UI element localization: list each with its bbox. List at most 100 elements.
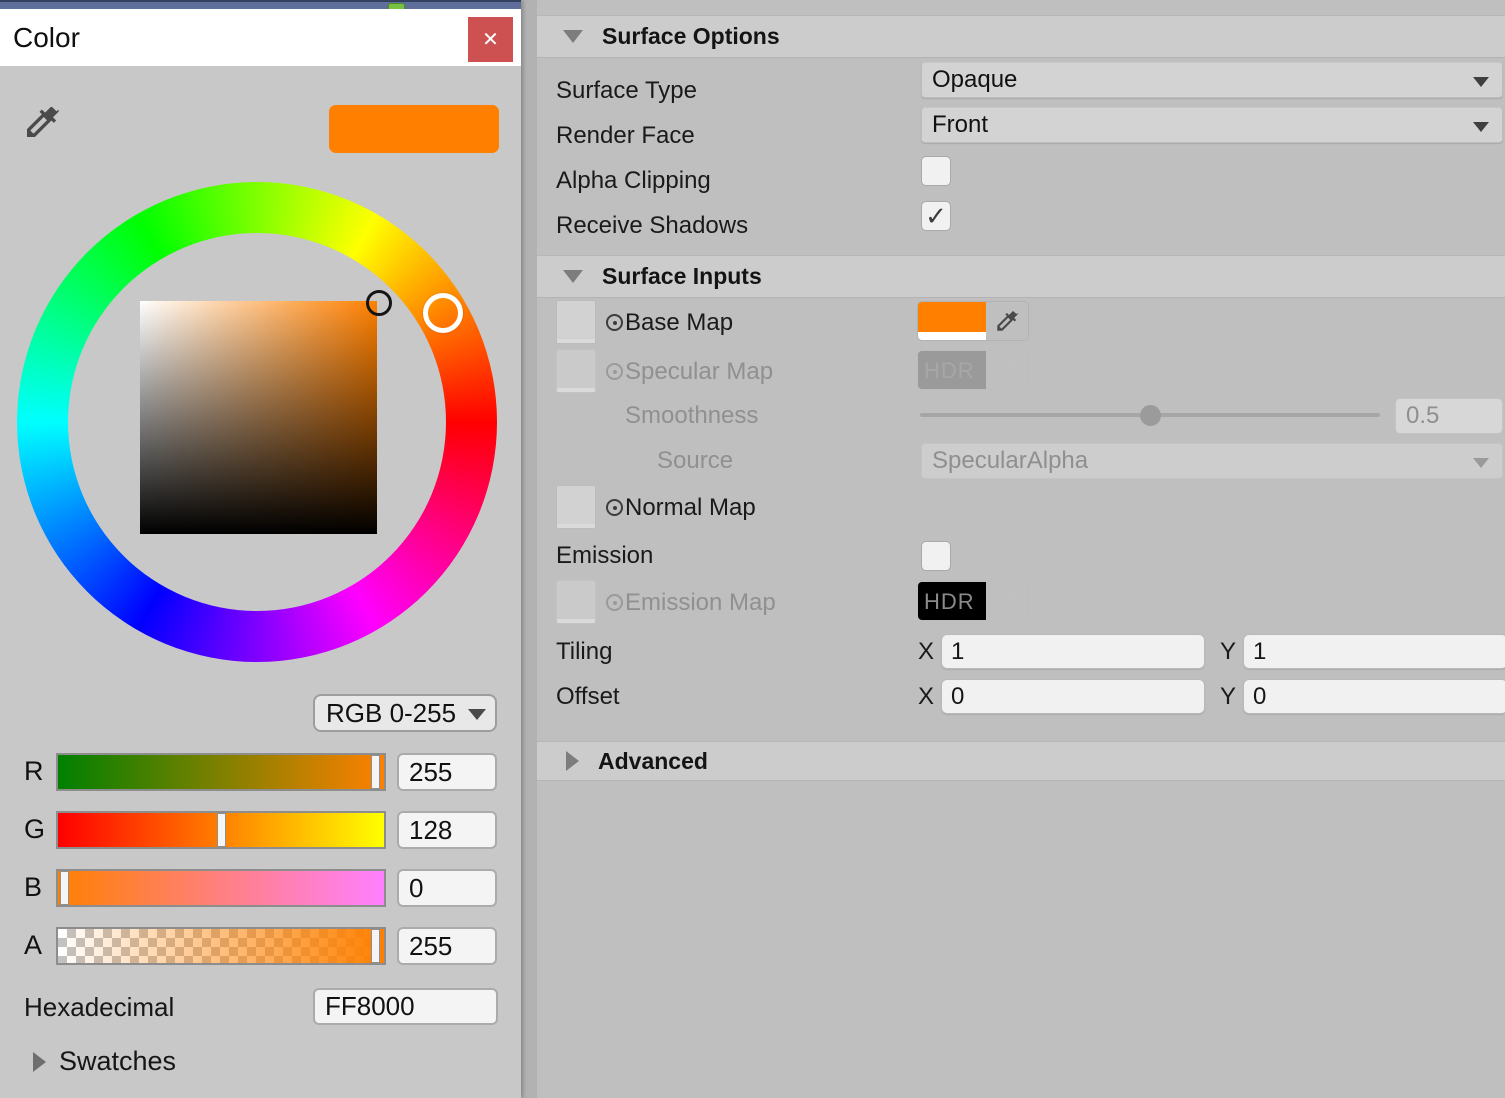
- eyedropper-icon: [997, 360, 1018, 380]
- base-map-color-well[interactable]: [917, 301, 1029, 341]
- swatches-foldout[interactable]: Swatches: [33, 1046, 176, 1077]
- window-top-strip: [0, 0, 521, 11]
- hdr-badge: HDR: [924, 358, 975, 383]
- object-picker-icon: [606, 363, 623, 380]
- alpha-bar: [918, 332, 986, 340]
- offset-y-label: Y: [1220, 683, 1237, 710]
- channel-g-input[interactable]: 128: [397, 811, 497, 849]
- channel-g-thumb[interactable]: [217, 813, 226, 847]
- section-title: Surface Options: [602, 23, 780, 49]
- normal-map-texture-slot[interactable]: [556, 485, 596, 529]
- channel-b-thumb[interactable]: [60, 871, 69, 905]
- material-inspector: Surface Options Surface Type Opaque Rend…: [521, 0, 1505, 1098]
- normal-map-label: Normal Map: [625, 494, 756, 521]
- eyedropper-icon: [997, 591, 1018, 611]
- channel-a-thumb[interactable]: [371, 929, 380, 963]
- channel-r-slider[interactable]: [56, 753, 386, 791]
- channel-a-value: 255: [409, 930, 453, 961]
- specular-map-color-swatch: HDR: [918, 351, 986, 389]
- offset-x-label: X: [918, 683, 935, 710]
- hexadecimal-label: Hexadecimal: [24, 992, 175, 1022]
- specular-map-label: Specular Map: [625, 358, 774, 385]
- channel-g-value: 128: [409, 814, 453, 845]
- source-dropdown: SpecularAlpha: [921, 443, 1503, 479]
- smoothness-label: Smoothness: [625, 402, 759, 429]
- chevron-down-icon: [1473, 458, 1489, 468]
- advanced-header[interactable]: Advanced: [537, 741, 1505, 781]
- offset-y-input[interactable]: 0: [1243, 679, 1505, 714]
- hdr-badge: HDR: [924, 589, 975, 614]
- tiling-y-input[interactable]: 1: [1243, 634, 1505, 669]
- channel-r-label: R: [24, 756, 44, 786]
- color-window-titlebar[interactable]: Color ✕: [0, 9, 521, 66]
- tiling-x-value: 1: [951, 637, 965, 665]
- color-mode-value: RGB 0-255: [326, 697, 457, 728]
- channel-b-value: 0: [409, 872, 424, 903]
- sv-cursor[interactable]: [366, 290, 392, 316]
- tiling-label: Tiling: [556, 638, 613, 665]
- tiling-y-label: Y: [1220, 638, 1237, 665]
- alpha-clipping-label: Alpha Clipping: [556, 167, 711, 194]
- alpha-clipping-checkbox[interactable]: [921, 156, 951, 186]
- channel-g-slider[interactable]: [56, 811, 386, 849]
- eyedropper-icon: [997, 311, 1018, 331]
- smoothness-slider-knob[interactable]: [1140, 405, 1161, 426]
- specular-map-eyedropper-button: [986, 351, 1028, 389]
- channel-r-input[interactable]: 255: [397, 753, 497, 791]
- base-map-label: Base Map: [625, 309, 734, 336]
- foldout-closed-icon: [33, 1051, 46, 1072]
- foldout-closed-icon: [566, 751, 579, 771]
- receive-shadows-checkbox[interactable]: ✓: [921, 201, 951, 231]
- color-picker-window: Color ✕ RGB 0-255 R 255 G 128 B 0 A 255 …: [0, 0, 521, 1098]
- channel-a-label: A: [24, 930, 43, 960]
- section-title: Surface Inputs: [602, 263, 762, 289]
- chevron-down-icon: [468, 709, 486, 720]
- checkmark-icon: ✓: [925, 200, 947, 231]
- object-picker-icon[interactable]: [606, 314, 623, 331]
- render-face-value: Front: [932, 111, 989, 138]
- specular-map-color-well: HDR: [917, 350, 1029, 390]
- window-title: Color: [13, 22, 80, 53]
- render-face-dropdown[interactable]: Front: [921, 107, 1503, 143]
- base-map-eyedropper-button[interactable]: [986, 302, 1028, 340]
- emission-map-eyedropper-button: [986, 582, 1028, 620]
- channel-g-label: G: [24, 814, 46, 844]
- channel-r-thumb[interactable]: [371, 755, 380, 789]
- channel-b-slider[interactable]: [56, 869, 386, 907]
- emission-map-texture-slot: [556, 580, 596, 624]
- chevron-down-icon: [1473, 122, 1489, 132]
- surface-type-label: Surface Type: [556, 77, 697, 104]
- color-mode-dropdown[interactable]: RGB 0-255: [313, 694, 497, 732]
- emission-map-color-swatch: HDR: [918, 582, 986, 620]
- tiling-x-input[interactable]: 1: [941, 634, 1205, 669]
- source-label: Source: [657, 447, 734, 474]
- smoothness-value-field[interactable]: 0.5: [1395, 398, 1503, 434]
- foldout-open-icon: [563, 270, 583, 283]
- channel-b-input[interactable]: 0: [397, 869, 497, 907]
- panel-gutter: [521, 0, 537, 1098]
- hexadecimal-input[interactable]: FF8000: [313, 988, 498, 1025]
- channel-a-slider[interactable]: [56, 927, 386, 965]
- surface-inputs-header[interactable]: Surface Inputs: [537, 255, 1505, 298]
- surface-type-value: Opaque: [932, 66, 1018, 93]
- screen-eyedropper-button[interactable]: [22, 102, 62, 142]
- offset-x-value: 0: [951, 682, 965, 710]
- base-map-color-swatch[interactable]: [918, 302, 986, 340]
- close-button[interactable]: ✕: [468, 17, 513, 62]
- surface-options-header[interactable]: Surface Options: [537, 15, 1505, 58]
- specular-map-texture-slot: [556, 349, 596, 393]
- base-map-texture-slot[interactable]: [556, 300, 596, 344]
- smoothness-value: 0.5: [1406, 402, 1440, 429]
- surface-type-dropdown[interactable]: Opaque: [921, 62, 1503, 98]
- emission-label: Emission: [556, 542, 654, 569]
- channel-a-input[interactable]: 255: [397, 927, 497, 965]
- emission-map-label: Emission Map: [625, 589, 776, 616]
- object-picker-icon[interactable]: [606, 499, 623, 516]
- saturation-value-square[interactable]: [140, 301, 377, 534]
- emission-map-color-well: HDR: [917, 581, 1029, 621]
- offset-x-input[interactable]: 0: [941, 679, 1205, 714]
- offset-y-value: 0: [1253, 682, 1267, 710]
- emission-checkbox[interactable]: [921, 541, 951, 571]
- hue-cursor[interactable]: [423, 293, 463, 333]
- hexadecimal-value: FF8000: [325, 991, 415, 1021]
